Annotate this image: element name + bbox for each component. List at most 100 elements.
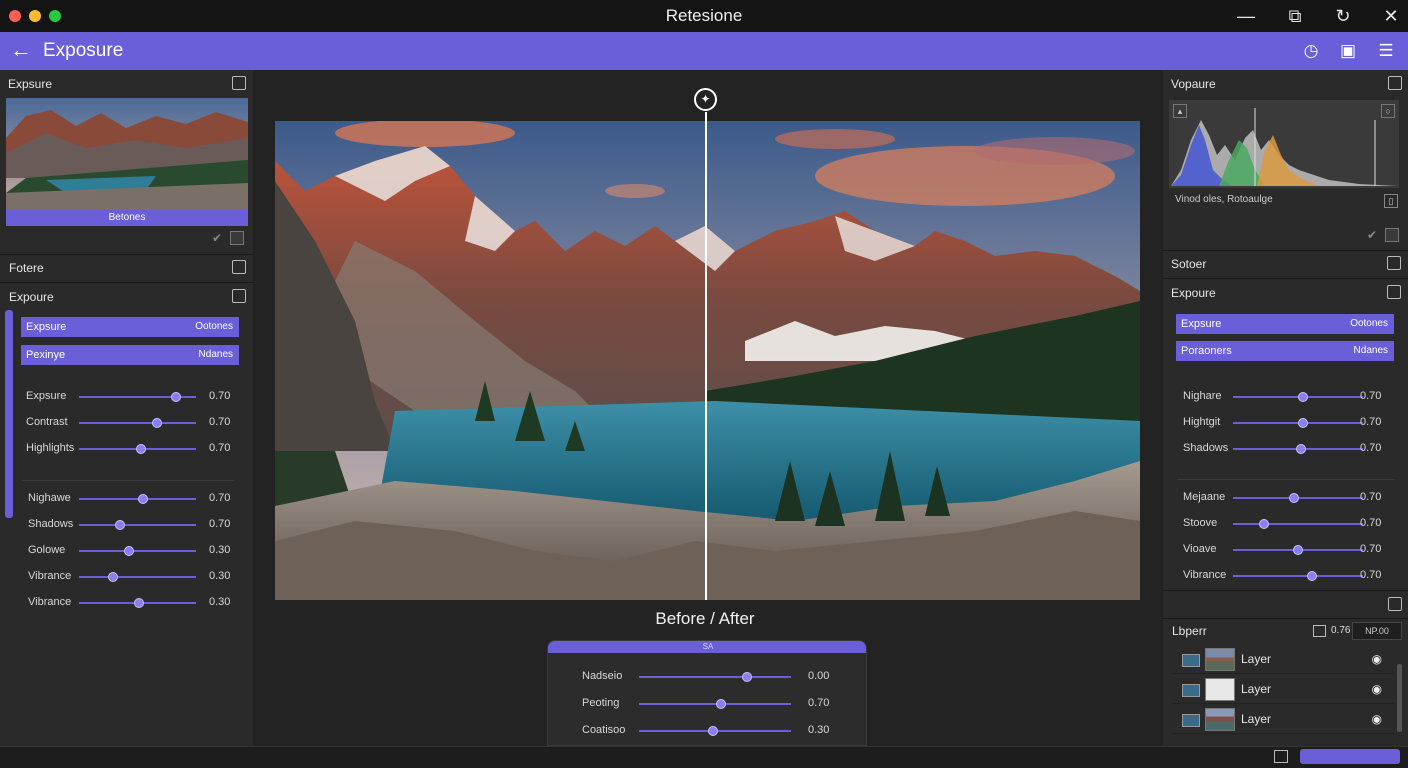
photo[interactable]	[275, 121, 1140, 600]
slider-track[interactable]	[79, 422, 196, 424]
title-bar: Retesione — ⧉ ↻ ✕	[0, 0, 1408, 32]
slider-knob[interactable]	[708, 726, 719, 736]
slider-track[interactable]	[79, 524, 196, 526]
exposure-header[interactable]: Expoure	[9, 284, 249, 310]
compare-icon[interactable]: ▣	[1336, 39, 1360, 63]
filters-header[interactable]: Fotere	[9, 255, 249, 281]
layer-row[interactable]: Layer ◉	[1172, 646, 1394, 674]
check-icon[interactable]: ✔	[212, 232, 224, 244]
slider-track[interactable]	[1233, 523, 1363, 525]
export-icon[interactable]	[232, 76, 246, 90]
slider-knob[interactable]	[1289, 493, 1300, 503]
restore-icon[interactable]: ⧉	[1283, 4, 1307, 28]
slider-track[interactable]	[79, 550, 196, 552]
zoom-bar[interactable]	[1300, 749, 1400, 764]
slider-knob[interactable]	[1307, 571, 1318, 581]
exposure-header[interactable]: Expoure	[1171, 280, 1403, 306]
slider-label: Vioave	[1183, 543, 1217, 555]
check-icon[interactable]: ✔	[1367, 229, 1379, 241]
slider-row[interactable]: Shadows 0.70	[28, 515, 236, 535]
refresh-icon[interactable]: ↻	[1331, 4, 1355, 28]
exposure-bar[interactable]: Expsure Ootones	[1176, 314, 1394, 334]
export-icon[interactable]	[1388, 76, 1402, 90]
arrow-left-icon[interactable]: ←	[10, 37, 36, 63]
export-icon[interactable]	[232, 260, 246, 274]
slider-row[interactable]: Coatisoo 0.30	[582, 721, 842, 741]
export-icon[interactable]	[1388, 597, 1402, 611]
profile-bar[interactable]: Pexinye Ndanes	[21, 345, 239, 365]
layer-opacity[interactable]: 0.76	[1331, 625, 1350, 636]
layer-row[interactable]: Layer ◉	[1172, 676, 1394, 704]
layers-scrollbar[interactable]	[1397, 664, 1402, 732]
export-icon[interactable]	[1387, 256, 1401, 270]
slider-knob[interactable]	[1298, 392, 1309, 402]
slider-row[interactable]: Mejaane 0.70	[1183, 488, 1393, 508]
panel-cap[interactable]: SA	[548, 641, 866, 653]
new-layer-icon[interactable]	[1313, 625, 1326, 637]
slider-track[interactable]	[639, 703, 791, 705]
checkbox[interactable]	[1385, 228, 1399, 242]
slider-knob[interactable]	[171, 392, 182, 402]
layer-row[interactable]: Layer ◉	[1172, 706, 1394, 734]
exposure-bar[interactable]: Expsure Ootones	[21, 317, 239, 337]
slider-row[interactable]: Highlights 0.70	[26, 439, 236, 459]
slider-row[interactable]: Vibrance 0.30	[28, 593, 236, 613]
slider-track[interactable]	[639, 676, 791, 678]
slider-knob[interactable]	[1298, 418, 1309, 428]
preview-caption-text: Betones	[108, 212, 146, 223]
slider-row[interactable]: Nighawe 0.70	[28, 489, 236, 509]
slider-row[interactable]: Shadows 0.70	[1183, 439, 1393, 459]
histogram[interactable]: ▴ ○	[1169, 100, 1399, 188]
eye-icon[interactable]: ◉	[1372, 712, 1382, 726]
clipping-highlight-icon[interactable]: ○	[1381, 104, 1395, 118]
slider-row[interactable]: Hightgit 0.70	[1183, 413, 1393, 433]
solor-header[interactable]: Sotoer	[1171, 251, 1403, 277]
checkbox[interactable]	[230, 231, 244, 245]
slider-row[interactable]: Golowe 0.30	[28, 541, 236, 561]
slider-knob[interactable]	[107, 572, 118, 582]
slider-knob[interactable]	[136, 444, 146, 454]
slider-row[interactable]: Vioave 0.70	[1183, 540, 1393, 560]
before-after-label: Before / After	[655, 609, 755, 628]
menu-icon[interactable]: ☰	[1374, 39, 1398, 63]
slider-row[interactable]: Nighare 0.70	[1183, 387, 1393, 407]
slider-row[interactable]: Stoove 0.70	[1183, 514, 1393, 534]
compare-handle-icon[interactable]: ✦	[694, 88, 717, 111]
slider-knob[interactable]	[152, 418, 163, 428]
slider-row[interactable]: Vibrance 0.30	[28, 567, 236, 587]
compare-divider[interactable]	[705, 112, 707, 600]
export-icon[interactable]	[232, 289, 246, 303]
eye-icon[interactable]: ◉	[1372, 652, 1382, 666]
slider-knob[interactable]	[1295, 444, 1306, 454]
info-icon[interactable]: ▯	[1384, 194, 1398, 208]
close-icon[interactable]: ✕	[1379, 4, 1403, 28]
layers-header: Lbperr	[1172, 624, 1207, 638]
scroll-indicator[interactable]	[5, 310, 13, 518]
clipping-shadow-icon[interactable]: ▴	[1173, 104, 1187, 118]
parameters-bar[interactable]: Poraoners Ndanes	[1176, 341, 1394, 361]
slider-knob[interactable]	[716, 699, 727, 709]
slider-knob[interactable]	[124, 546, 135, 556]
slider-row[interactable]: Contrast 0.70	[26, 413, 236, 433]
preview-thumbnail[interactable]	[6, 98, 248, 210]
layer-thumbnail	[1205, 678, 1235, 701]
blend-mode-select[interactable]: NP.00	[1352, 622, 1402, 640]
slider-row[interactable]: Peoting 0.70	[582, 694, 842, 714]
slider-knob[interactable]	[114, 520, 125, 530]
slider-knob[interactable]	[138, 494, 149, 504]
eye-icon[interactable]: ◉	[1372, 682, 1382, 696]
slider-track[interactable]	[79, 576, 196, 578]
export-icon[interactable]	[1387, 285, 1401, 299]
slider-track[interactable]	[1233, 575, 1363, 577]
reset-icon[interactable]: ◷	[1299, 39, 1323, 63]
layer-thumbnail	[1205, 648, 1235, 671]
slider-knob[interactable]	[133, 598, 144, 608]
slider-row[interactable]: Vibrance 0.70	[1183, 566, 1393, 586]
slider-knob[interactable]	[741, 672, 752, 682]
slider-row[interactable]: Expsure 0.70	[26, 387, 236, 407]
display-icon[interactable]	[1274, 750, 1288, 763]
slider-knob[interactable]	[1259, 519, 1270, 529]
slider-knob[interactable]	[1293, 545, 1303, 555]
slider-row[interactable]: Nadseio 0.00	[582, 667, 842, 687]
minimize-icon[interactable]: —	[1234, 4, 1258, 28]
